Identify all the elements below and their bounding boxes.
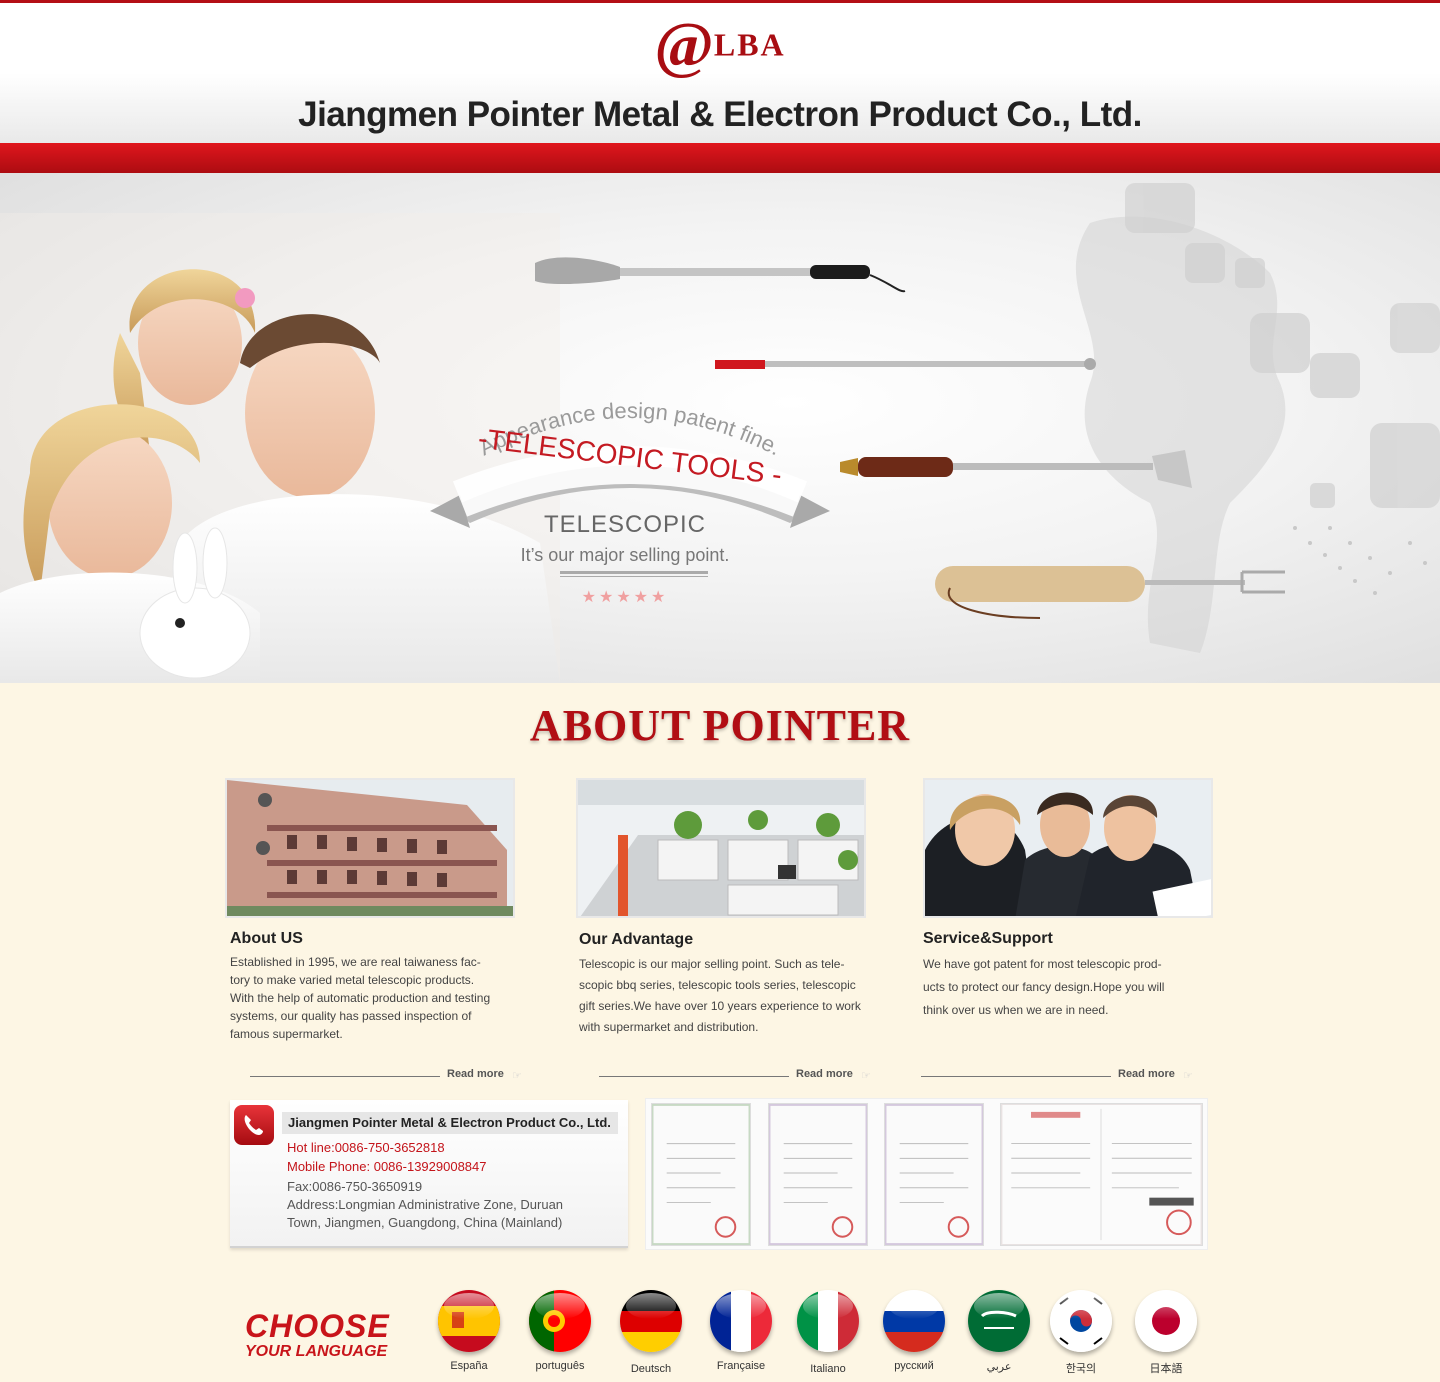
divider	[921, 1076, 1111, 1077]
divider	[250, 1076, 440, 1077]
text-line: With the help of automatic production an…	[230, 991, 491, 1005]
shoehorn-tool-image	[535, 257, 906, 293]
phone-icon	[234, 1105, 274, 1145]
text-line: tory to make varied metal telescopic pro…	[230, 973, 475, 987]
lang-label-russian[interactable]: русский	[869, 1360, 959, 1372]
header-red-band	[0, 143, 1440, 176]
italy-flag-graphic	[797, 1290, 859, 1352]
contact-box: Jiangmen Pointer Metal & Electron Produc…	[230, 1100, 628, 1248]
patent-certificate-4	[1000, 1103, 1203, 1246]
site-header: @LBA Jiangmen Pointer Metal & Electron P…	[0, 0, 1440, 176]
patent-certificates[interactable]	[645, 1098, 1208, 1250]
text-line: think over us when we are in need.	[923, 1003, 1109, 1017]
address-text-line-1: Address:Longmian Administrative Zone, Du…	[287, 1197, 564, 1212]
text-line: ucts to protect our fancy design.Hope yo…	[923, 980, 1165, 994]
logo-at-sign: @	[654, 9, 714, 80]
lang-label-korean[interactable]: 한국의	[1036, 1360, 1126, 1376]
our-advantage-heading: Our Advantage	[579, 931, 694, 948]
france-flag-icon[interactable]	[710, 1290, 772, 1352]
business-team-photo[interactable]	[923, 778, 1213, 918]
selling-point-text: It’s our major selling point.	[520, 545, 730, 565]
our-advantage-read-more[interactable]: Read more ☞	[599, 1068, 879, 1088]
hotline-text[interactable]: Hot line:0086-750-3652818	[287, 1139, 445, 1157]
spain-flag-icon[interactable]	[438, 1290, 500, 1352]
office-image	[578, 780, 864, 916]
japan-flag-graphic	[1135, 1290, 1197, 1352]
text-line: Telescopic is our major selling point. S…	[579, 957, 845, 971]
text-line: scopic bbq series, telescopic tools seri…	[579, 978, 856, 992]
korea-flag-icon[interactable]	[1050, 1290, 1112, 1352]
lang-label-espana[interactable]: España	[424, 1360, 514, 1372]
italy-flag-icon[interactable]	[797, 1290, 859, 1352]
office-photo[interactable]	[576, 778, 866, 918]
saudi-arabia-flag-icon[interactable]	[968, 1290, 1030, 1352]
about-us-heading: About US	[230, 930, 303, 947]
about-section-title: ABOUT POINTER	[529, 701, 911, 750]
about-us-text: Established in 1995, we are real taiwane…	[230, 953, 530, 1043]
text-line: with supermarket and distribution.	[579, 1020, 759, 1034]
text-line: systems, our quality has passed inspecti…	[230, 1009, 472, 1023]
spain-flag-graphic	[438, 1290, 500, 1352]
pointer-stick-image	[715, 358, 1096, 370]
service-support-read-more[interactable]: Read more ☞	[921, 1068, 1201, 1088]
business-team-image	[925, 780, 1211, 916]
patent-certificate-2	[768, 1103, 868, 1246]
patent-certificate-3	[884, 1103, 984, 1246]
factory-building-photo[interactable]	[225, 778, 515, 918]
divider-line	[560, 571, 708, 577]
lang-label-francaise[interactable]: Française	[696, 1360, 786, 1372]
korea-flag-graphic	[1050, 1290, 1112, 1352]
read-more-link[interactable]: Read more	[796, 1068, 853, 1080]
germany-flag-graphic	[620, 1290, 682, 1352]
russia-flag-icon[interactable]	[883, 1290, 945, 1352]
lang-label-deutsch[interactable]: Deutsch	[606, 1363, 696, 1375]
germany-flag-icon[interactable]	[620, 1290, 682, 1352]
france-flag-graphic	[710, 1290, 772, 1352]
service-support-heading: Service&Support	[923, 930, 1053, 947]
contact-company-name: Jiangmen Pointer Metal & Electron Produc…	[282, 1112, 618, 1134]
lang-label-arabic[interactable]: عربي	[954, 1360, 1044, 1373]
japan-flag-icon[interactable]	[1135, 1290, 1197, 1352]
about-us-read-more[interactable]: Read more ☞	[250, 1068, 530, 1088]
divider	[599, 1076, 789, 1077]
arrow-icon: ☞	[861, 1070, 871, 1082]
phone-glyph	[244, 1115, 263, 1135]
telescopic-subtitle: TELESCOPIC	[543, 511, 707, 538]
lang-label-portugues[interactable]: português	[515, 1360, 605, 1372]
portugal-flag-graphic	[529, 1290, 591, 1352]
bbq-fork-image	[935, 566, 1285, 619]
saudi-arabia-flag-graphic	[968, 1290, 1030, 1352]
hero-banner: Appearance design patent fine. -TELESCOP…	[0, 173, 1440, 683]
service-support-text: We have got patent for most telescopic p…	[923, 953, 1223, 1022]
text-line: famous supermarket.	[230, 1027, 343, 1041]
arrow-icon: ☞	[1183, 1070, 1193, 1082]
arrow-icon: ☞	[512, 1070, 522, 1082]
mobile-phone-text[interactable]: Mobile Phone: 0086-13929008847	[287, 1158, 487, 1176]
patent-certificate-1	[651, 1103, 751, 1246]
decorative-stars: ★★★★★	[581, 589, 669, 606]
back-scratcher-image	[840, 450, 1192, 488]
address-text-line-2: Town, Jiangmen, Guangdong, China (Mainla…	[287, 1215, 563, 1230]
choose-heading: CHOOSE	[245, 1308, 390, 1344]
read-more-link[interactable]: Read more	[447, 1068, 504, 1080]
lang-label-japanese[interactable]: 日本語	[1121, 1360, 1211, 1376]
portugal-flag-icon[interactable]	[529, 1290, 591, 1352]
text-line: gift series.We have over 10 years experi…	[579, 999, 861, 1013]
text-line: We have got patent for most telescopic p…	[923, 957, 1162, 971]
your-language-heading: YOUR LANGUAGE	[245, 1343, 388, 1360]
russia-flag-graphic	[883, 1290, 945, 1352]
logo-text: LBA	[713, 26, 786, 63]
lang-label-italiano[interactable]: Italiano	[783, 1363, 873, 1375]
our-advantage-text: Telescopic is our major selling point. S…	[579, 954, 879, 1038]
text-line: Established in 1995, we are real taiwane…	[230, 955, 481, 969]
alba-logo[interactable]: @LBA	[0, 13, 1440, 77]
company-title: Jiangmen Pointer Metal & Electron Produc…	[298, 95, 1142, 134]
read-more-link[interactable]: Read more	[1118, 1068, 1175, 1080]
fax-text: Fax:0086-750-3650919	[287, 1179, 423, 1194]
factory-building-image	[227, 780, 513, 916]
